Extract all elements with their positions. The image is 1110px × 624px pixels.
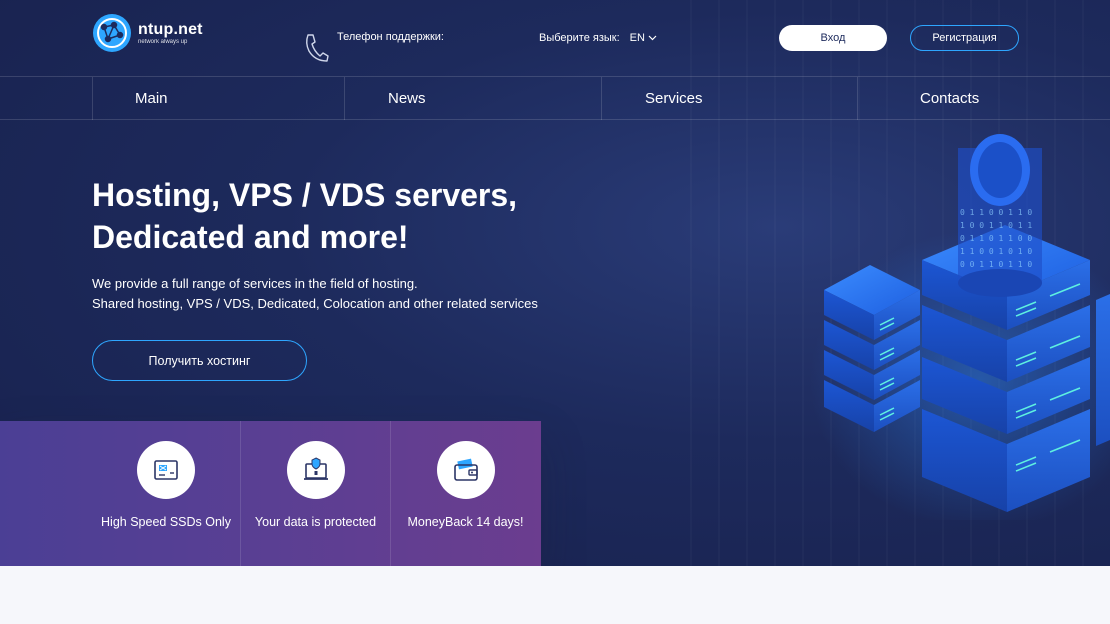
feature-label: Your data is protected <box>254 515 377 529</box>
top-bar: ntup.net network always up Телефон подде… <box>0 0 1110 76</box>
hero-subtitle: We provide a full range of services in t… <box>92 274 538 313</box>
main-nav: Main News Services Contacts <box>0 76 1110 120</box>
svg-text:1 0 0 1 1 0 1 1: 1 0 0 1 1 0 1 1 <box>960 221 1032 230</box>
chevron-down-icon <box>648 35 657 41</box>
register-button[interactable]: Регистрация <box>910 25 1019 51</box>
get-hosting-button[interactable]: Получить хостинг <box>92 340 307 381</box>
support-phone-label: Телефон поддержки: <box>337 31 444 43</box>
hero-subtitle-line-2: Shared hosting, VPS / VDS, Dedicated, Co… <box>92 295 538 311</box>
nav-divider <box>92 77 93 120</box>
hero-section: 1 0 1 1 0 0 1 0 1 1 0 0 1 1 0 1 0 0 1 1 … <box>0 0 1110 566</box>
svg-text:1 1 0 0 1 0 1 0: 1 1 0 0 1 0 1 0 <box>960 247 1032 256</box>
nav-divider <box>857 77 858 120</box>
nav-item-main[interactable]: Main <box>135 90 168 108</box>
svg-text:1 0 1 1 0 0 1: 1 0 1 1 0 0 1 <box>962 120 1025 122</box>
feature-icon-circle <box>286 441 345 499</box>
feature-label: High Speed SSDs Only <box>101 515 231 529</box>
features-strip: High Speed SSDs Only Your data is protec… <box>0 421 541 566</box>
lower-section <box>0 566 1110 624</box>
hero-title-line-1: Hosting, VPS / VDS servers, <box>92 177 518 213</box>
wallet-icon <box>453 458 478 481</box>
hero-title: Hosting, VPS / VDS servers, Dedicated an… <box>92 174 552 258</box>
feature-ssd: High Speed SSDs Only <box>92 421 240 566</box>
nav-item-contacts[interactable]: Contacts <box>920 90 979 108</box>
feature-moneyback: MoneyBack 14 days! <box>390 421 540 566</box>
nav-item-news[interactable]: News <box>388 90 426 108</box>
phone-icon <box>306 34 329 62</box>
logo-globe-icon <box>93 14 131 52</box>
svg-text:0 1 1 0 0 1 1 0: 0 1 1 0 0 1 1 0 <box>960 208 1032 217</box>
protected-data-icon <box>303 457 328 480</box>
language-selector: Выберите язык: EN <box>539 32 657 44</box>
hero-subtitle-line-1: We provide a full range of services in t… <box>92 276 418 291</box>
feature-icon-circle <box>137 441 195 499</box>
svg-text:0 0 1 1 0 1 1 0: 0 0 1 1 0 1 1 0 <box>960 260 1032 269</box>
brand-name: ntup.net <box>138 20 203 38</box>
feature-protected: Your data is protected <box>240 421 390 566</box>
servers-illustration: 1 0 1 1 0 0 1 0 1 1 0 0 1 1 0 1 0 0 1 1 … <box>810 120 1110 520</box>
support-phone: Телефон поддержки: <box>303 31 444 63</box>
hero-title-line-2: Dedicated and more! <box>92 219 409 255</box>
language-dropdown[interactable]: EN <box>630 32 657 44</box>
feature-icon-circle <box>436 441 495 499</box>
svg-text:0 1 1 0 1 1 0 0: 0 1 1 0 1 1 0 0 <box>960 234 1032 243</box>
ssd-icon <box>154 460 178 480</box>
logo[interactable]: ntup.net network always up <box>92 13 203 53</box>
brand-tagline: network always up <box>138 38 188 45</box>
login-button[interactable]: Вход <box>779 25 887 51</box>
language-label: Выберите язык: <box>539 32 620 44</box>
feature-label: MoneyBack 14 days! <box>407 515 524 529</box>
nav-divider <box>344 77 345 120</box>
language-value: EN <box>629 32 645 44</box>
nav-divider <box>601 77 602 120</box>
nav-item-services[interactable]: Services <box>645 90 703 108</box>
